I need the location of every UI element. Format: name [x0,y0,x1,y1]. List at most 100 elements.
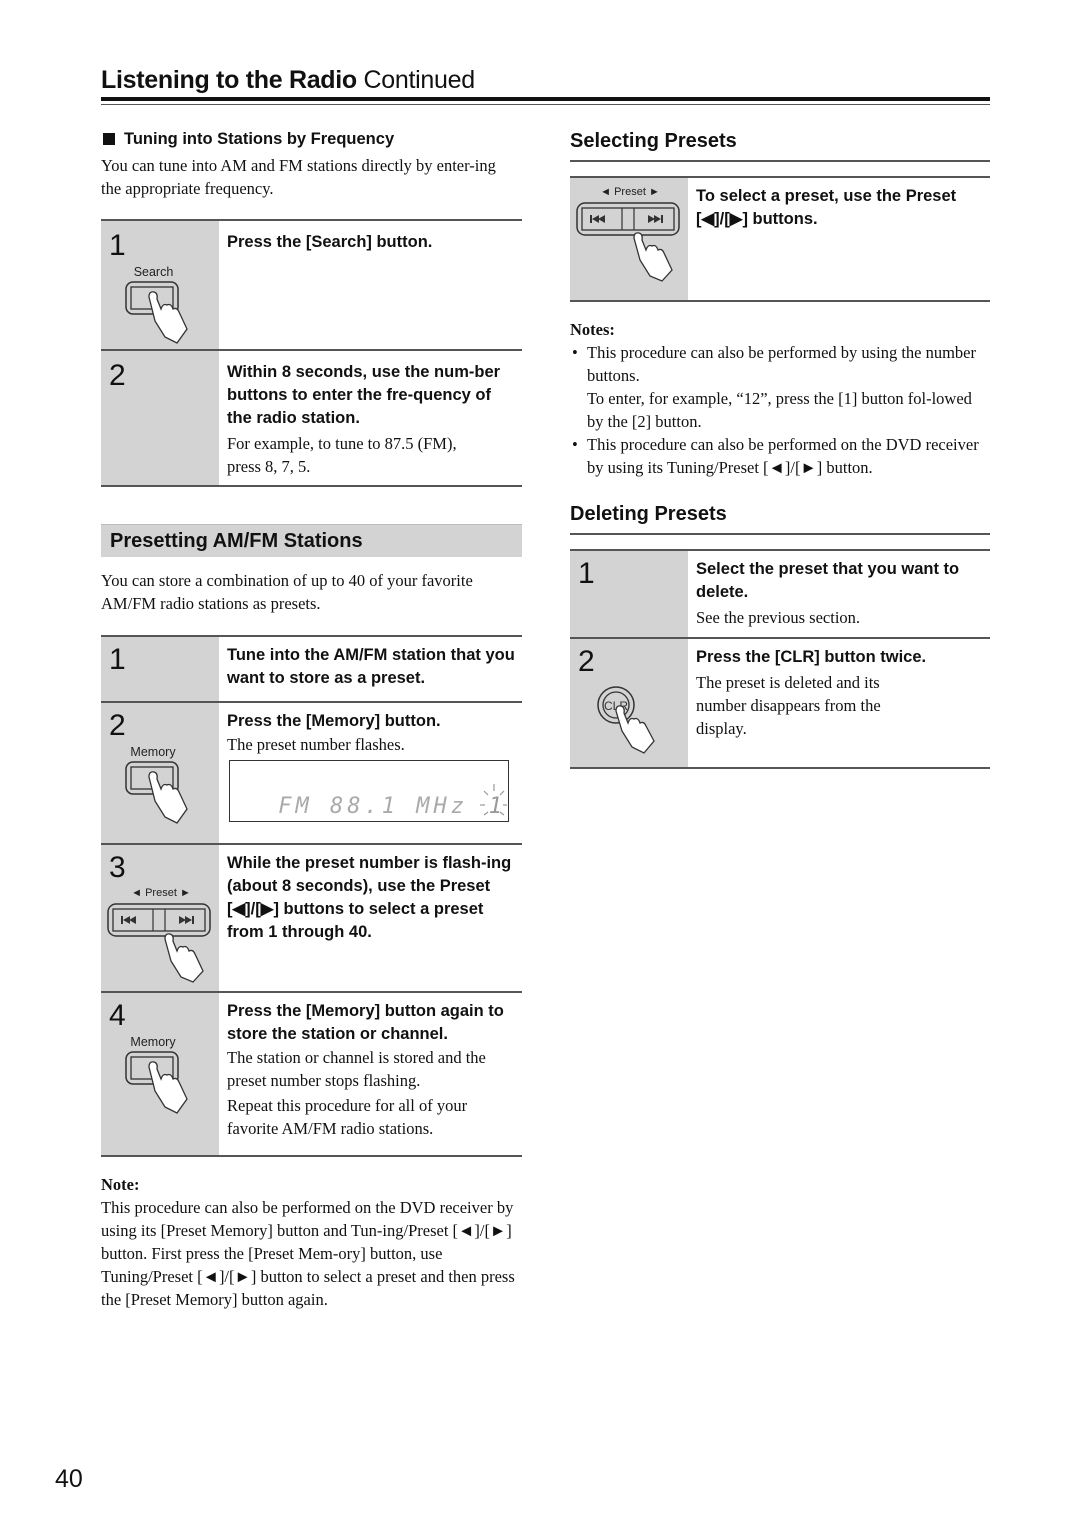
presetting-intro: You can store a combination of up to 40 … [101,571,473,613]
selecting-heading: Selecting Presets [570,128,990,162]
selecting-step: ◄ Preset ► To select a preset, use the P… [570,178,990,302]
header-rule-thin [101,104,990,105]
presetting-steps: 1 Tune into the AM/FM station that you w… [101,635,522,1157]
skip-forward-icon [648,215,663,223]
presetting-step-3: 3 ◄ Preset ► While the preset number is … [101,845,522,993]
tuning-step-1: 1 Search Press the [Search] button. [101,221,522,351]
step-content: Press the [Memory] button. The preset nu… [219,703,522,843]
search-button-press-icon [125,281,188,344]
note-text: This procedure can also be performed by … [587,343,976,385]
step-number: 2 [109,709,126,742]
step-description: The preset number flashes. [227,735,405,754]
step-content: Within 8 seconds, use the num-ber button… [219,351,522,485]
clr-button-press-icon: CLR [597,686,655,754]
step-illustration-cell: 2 CLR [570,639,688,767]
step-description: For example, to tune to 87.5 (FM), press… [227,434,457,476]
note-text-extra: To enter, for example, “12”, press the [… [587,389,972,431]
preset-buttons-press-icon [107,903,211,983]
step-description: The station or channel is stored and the… [227,1048,486,1090]
step-instruction: Press the [Memory] button again to store… [227,1002,504,1043]
step-instruction: Press the [Memory] button. [227,712,441,730]
memory-button-press-icon [125,1051,188,1114]
deleting-section: Deleting Presets 1 Select the preset tha… [570,501,990,769]
page-title-main: Listening to the Radio [101,66,357,94]
step-illustration-cell: ◄ Preset ► [570,178,688,300]
selecting-notes: Notes: This procedure can also be perfor… [570,318,990,479]
step-number: 3 [109,851,126,884]
tuning-heading-text: Tuning into Stations by Frequency [124,130,395,148]
left-column: Tuning into Stations by Frequency You ca… [101,128,522,1311]
step-illustration-cell: 4 Memory [101,993,219,1155]
step-number: 4 [109,999,126,1032]
step-instruction: Press the [Search] button. [227,233,433,251]
step-instruction: Select the preset that you want to delet… [696,560,960,601]
deleting-step-2: 2 CLR Press the [CLR] button twice. The … [570,639,990,769]
tuning-section: Tuning into Stations by Frequency You ca… [101,128,522,487]
deleting-steps: 1 Select the preset that you want to del… [570,549,990,769]
flashing-indicator-icon [480,784,507,816]
header-rule-thick [101,97,990,101]
step-content: Press the [Memory] button again to store… [219,993,522,1155]
step-number: 1 [109,643,126,676]
presetting-step-4: 4 Memory Press the [Memory] button again… [101,993,522,1157]
step-instruction: Press the [CLR] button twice. [696,648,927,666]
tuning-heading: Tuning into Stations by Frequency [101,128,522,150]
page-title-suffix: Continued [363,66,476,94]
step-illustration-cell: 1 [101,637,219,701]
presetting-note: Note: This procedure can also be perform… [101,1173,522,1311]
skip-back-icon [121,916,136,924]
step-content: While the preset number is flash-ing (ab… [219,845,522,991]
step-number: 1 [109,229,126,262]
presetting-heading: Presetting AM/FM Stations [110,529,363,552]
note-text: This procedure can also be performed on … [101,1198,515,1309]
page-title: Listening to the Radio Continued [101,64,990,96]
right-column: Selecting Presets ◄ Preset ► To select a… [570,128,990,769]
step-instruction: While the preset number is flash-ing (ab… [227,854,512,941]
skip-forward-icon [179,916,194,924]
step-number: 2 [578,645,595,678]
step-instruction: To select a preset, use the Preset [◀]/[… [696,187,957,228]
step-description: See the previous section. [696,608,861,627]
notes-list: This procedure can also be performed by … [570,341,990,479]
step-content: Press the [Search] button. [219,221,522,349]
step-description: The preset is deleted and its number dis… [696,673,881,738]
deleting-step-1: 1 Select the preset that you want to del… [570,551,990,639]
step-number: 2 [109,359,126,392]
tuning-steps: 1 Search Press the [Search] button. 2 Wi… [101,219,522,487]
step-number: 1 [578,557,595,590]
step-illustration-cell: 3 ◄ Preset ► [101,845,219,991]
selecting-section: Selecting Presets ◄ Preset ► To select a… [570,128,990,479]
tuning-step-2: 2 Within 8 seconds, use the num-ber butt… [101,351,522,487]
page-number: 40 [55,1465,83,1493]
presetting-banner: Presetting AM/FM Stations [101,524,522,557]
step-instruction: Within 8 seconds, use the num-ber button… [227,363,501,427]
skip-back-icon [590,215,605,223]
display-frequency: FM 88.1 MHz [278,794,468,819]
note-item: This procedure can also be performed by … [570,341,990,433]
memory-button-press-icon [125,761,188,824]
step-content: Select the preset that you want to delet… [688,551,990,637]
tuning-intro: You can tune into AM and FM stations dir… [101,156,496,198]
step-content: Tune into the AM/FM station that you wan… [219,637,522,701]
step-illustration-cell: 2 [101,351,219,485]
step-illustration-cell: 1 [570,551,688,637]
note-text: This procedure can also be performed on … [587,435,979,477]
step-instruction: Tune into the AM/FM station that you wan… [227,646,515,687]
memory-button-label: Memory [130,745,176,759]
preset-button-label: ◄ Preset ► [600,186,660,198]
selecting-steps: ◄ Preset ► To select a preset, use the P… [570,176,990,302]
radio-display-panel: FM 88.1 MHz 1 [229,760,509,822]
page-header: Listening to the Radio Continued [101,64,990,96]
presetting-section: Presetting AM/FM Stations You can store … [101,524,522,1311]
notes-title: Notes: [570,320,615,339]
preset-button-label: ◄ Preset ► [131,887,191,899]
note-item: This procedure can also be performed on … [570,433,990,479]
preset-buttons-press-icon [576,202,680,282]
search-button-label: Search [133,265,174,279]
step-content: To select a preset, use the Preset [◀]/[… [688,178,990,300]
step-content: Press the [CLR] button twice. The preset… [688,639,990,767]
step-illustration-cell: 1 Search [101,221,219,349]
note-title: Note: [101,1175,140,1194]
memory-button-label: Memory [130,1035,176,1049]
step-description-extra: Repeat this procedure for all of your fa… [227,1096,468,1138]
